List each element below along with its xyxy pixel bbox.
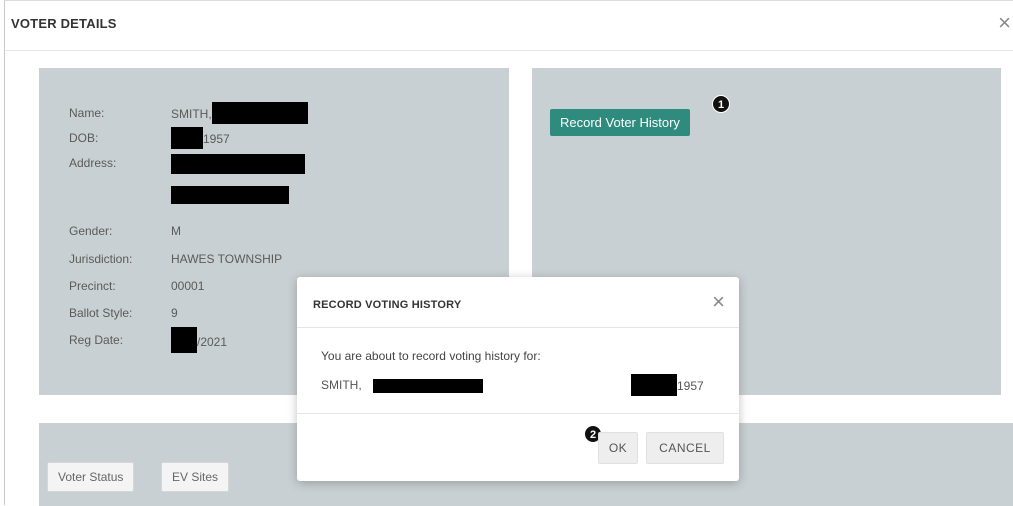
info-label: Jurisdiction: [69,252,133,266]
info-value: M [171,224,181,238]
dialog-title: RECORD VOTING HISTORY [313,299,462,311]
redacted-block [631,374,677,396]
dialog-message: You are about to record voting history f… [321,349,541,363]
ok-button[interactable]: OK [598,432,638,464]
dialog-voter-name: SMITH, [321,378,484,393]
close-icon[interactable]: × [998,12,1011,34]
reg-date-value: /2021 [197,335,228,350]
info-label: Precinct: [69,279,116,293]
step-1-badge: 1 [712,95,730,113]
info-label: Reg Date: [69,333,124,347]
info-value [171,154,305,174]
voter-dob-value: 1957 [203,132,230,147]
info-value: SMITH, [171,102,308,124]
record-voter-history-button[interactable]: Record Voter History [550,109,690,136]
modal-header: VOTER DETAILS × [5,1,1013,51]
info-value [171,186,289,204]
voter-name-value: SMITH, [171,107,212,122]
info-label: Gender: [69,224,113,238]
dialog-voter-dob: 1957 [631,374,704,396]
record-voting-history-dialog: RECORD VOTING HISTORY × You are about to… [297,277,739,481]
redacted-block [171,186,289,204]
dialog-name-text: SMITH, [321,378,362,392]
redacted-block [171,154,305,174]
info-value: 1957 [171,127,230,149]
dialog-close-icon[interactable]: × [712,289,725,315]
redacted-block [373,378,484,393]
tab-voter-status[interactable]: Voter Status [47,462,135,492]
redacted-block [171,327,197,353]
redacted-block [211,102,308,124]
info-label: Ballot Style: [69,306,133,320]
info-value: 00001 [171,279,205,293]
dialog-divider [297,413,739,414]
info-value: 9 [171,306,178,320]
info-label: DOB: [69,131,99,145]
cancel-button[interactable]: CANCEL [646,432,724,464]
info-label: Address: [69,156,117,170]
redacted-block [171,127,203,149]
modal-title: VOTER DETAILS [11,16,117,31]
info-value: /2021 [171,327,228,353]
dialog-dob-text: 1957 [677,379,704,394]
dialog-divider [297,327,739,328]
info-value: HAWES TOWNSHIP [171,252,283,266]
info-label: Name: [69,106,105,120]
tab-ev-sites[interactable]: EV Sites [161,462,230,492]
